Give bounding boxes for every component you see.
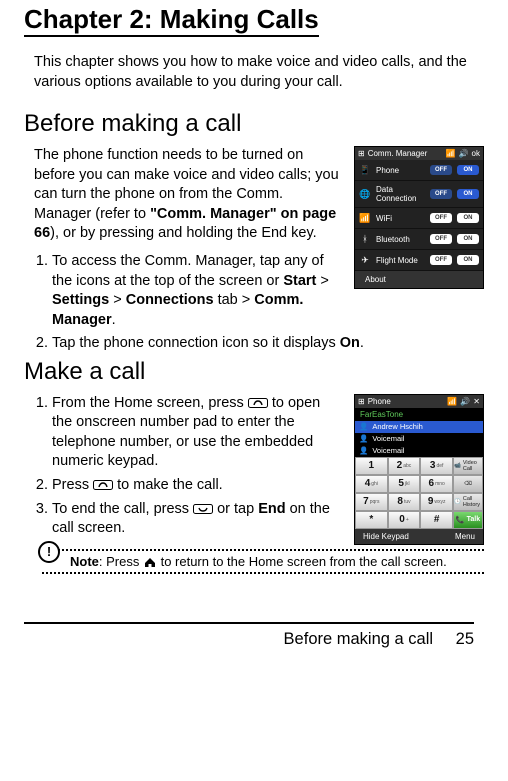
- app-icon: ⊞: [358, 397, 365, 406]
- signal-icon: 📶: [446, 149, 456, 158]
- contact-row: 👤Voicemail: [355, 445, 483, 457]
- person-icon: 👤: [359, 422, 368, 431]
- toggle-row: 📱 Phone OFF ON: [355, 160, 483, 181]
- about-button: About: [365, 275, 386, 284]
- note-box: ! Note: Press to return to the Home scre…: [42, 549, 484, 574]
- keypad-key: 4ghi: [355, 475, 388, 493]
- chapter-title: Chapter 2: Making Calls: [24, 4, 319, 37]
- keypad-key: 7pqrs: [355, 493, 388, 511]
- on-pill: ON: [457, 165, 479, 175]
- talk-button: 📞Talk: [453, 511, 483, 529]
- keypad-key: 5jkl: [388, 475, 421, 493]
- note-icon: !: [38, 541, 60, 563]
- menu-button: Menu: [455, 532, 475, 541]
- contact-row: 👤Voicemail: [355, 433, 483, 445]
- keypad-key: 0+: [388, 511, 421, 529]
- list-item: Press to make the call.: [52, 476, 344, 496]
- keypad-key: 9wxyz: [420, 493, 453, 511]
- screenshot-phone-dialer: ⊞ Phone 📶 🔊 ✕ FarEasTone 👤Andrew Hschih👤…: [354, 394, 484, 545]
- end-key-icon: [193, 504, 213, 514]
- toggle-row: ✈ Flight Mode OFF ON: [355, 250, 483, 271]
- app-icon: ⊞: [358, 149, 365, 158]
- chapter-intro: This chapter shows you how to make voice…: [24, 53, 484, 92]
- list-item: To access the Comm. Manager, tap any of …: [52, 252, 344, 330]
- call-key-icon: [93, 480, 113, 490]
- on-pill: ON: [457, 234, 479, 244]
- toggle-row: 📶 WiFi OFF ON: [355, 208, 483, 229]
- screenshot-comm-manager: ⊞ Comm. Manager 📶 🔊 ok 📱 Phone OFF ON 🌐 Data …: [354, 146, 484, 289]
- row-label: Bluetooth: [376, 235, 425, 244]
- row-label: Phone: [376, 166, 425, 175]
- page-number: 25: [456, 630, 474, 648]
- on-pill: ON: [457, 213, 479, 223]
- page-footer: Before making a call 25: [24, 622, 474, 649]
- keypad-key: 8tuv: [388, 493, 421, 511]
- section-heading-make-call: Make a call: [24, 358, 484, 386]
- list-item: From the Home screen, press to open the …: [52, 394, 344, 472]
- speaker-icon: 🔊: [459, 149, 469, 158]
- row-icon: 🌐: [359, 188, 371, 200]
- backspace-button: ⌫: [453, 475, 483, 493]
- before-call-paragraph: The phone function needs to be turned on…: [34, 146, 344, 244]
- keypad-key: 2abc: [388, 457, 421, 475]
- video-call-button: 📹Video Call: [453, 457, 483, 475]
- ok-button: ok: [472, 149, 480, 158]
- row-label: Data Connection: [376, 185, 425, 203]
- off-pill: OFF: [430, 165, 452, 175]
- keypad-key: 1: [355, 457, 388, 475]
- on-pill: ON: [457, 189, 479, 199]
- row-label: Flight Mode: [376, 256, 425, 265]
- call-key-icon: [248, 398, 268, 408]
- hide-keypad-button: Hide Keypad: [363, 532, 409, 541]
- keypad-key: 3def: [420, 457, 453, 475]
- toggle-row: 🌐 Data Connection OFF ON: [355, 181, 483, 208]
- row-icon: 📱: [359, 164, 371, 176]
- on-pill: ON: [457, 255, 479, 265]
- off-pill: OFF: [430, 189, 452, 199]
- home-key-icon: [143, 557, 157, 568]
- list-item: To end the call, press or tap End on the…: [52, 500, 344, 539]
- keypad-key: *: [355, 511, 388, 529]
- person-icon: 👤: [359, 446, 368, 455]
- off-pill: OFF: [430, 234, 452, 244]
- signal-icon: 📶: [447, 397, 457, 406]
- footer-section-title: Before making a call: [284, 630, 434, 648]
- speaker-icon: 🔊: [460, 397, 470, 406]
- close-icon: ✕: [473, 397, 480, 406]
- section-heading-before-call: Before making a call: [24, 110, 484, 138]
- window-title: Phone: [368, 397, 391, 406]
- off-pill: OFF: [430, 255, 452, 265]
- keypad-key: #: [420, 511, 453, 529]
- row-label: WiFi: [376, 214, 425, 223]
- keypad-key: 6mno: [420, 475, 453, 493]
- row-icon: 📶: [359, 212, 371, 224]
- list-item: Tap the phone connection icon so it disp…: [52, 334, 484, 354]
- call-history-button: 🕓Call History: [453, 493, 483, 511]
- row-icon: ᚼ: [359, 233, 371, 245]
- carrier-label: FarEasTone: [355, 408, 483, 421]
- contact-row: 👤Andrew Hschih: [355, 421, 483, 433]
- off-pill: OFF: [430, 213, 452, 223]
- person-icon: 👤: [359, 434, 368, 443]
- window-title: Comm. Manager: [368, 149, 428, 158]
- row-icon: ✈: [359, 254, 371, 266]
- toggle-row: ᚼ Bluetooth OFF ON: [355, 229, 483, 250]
